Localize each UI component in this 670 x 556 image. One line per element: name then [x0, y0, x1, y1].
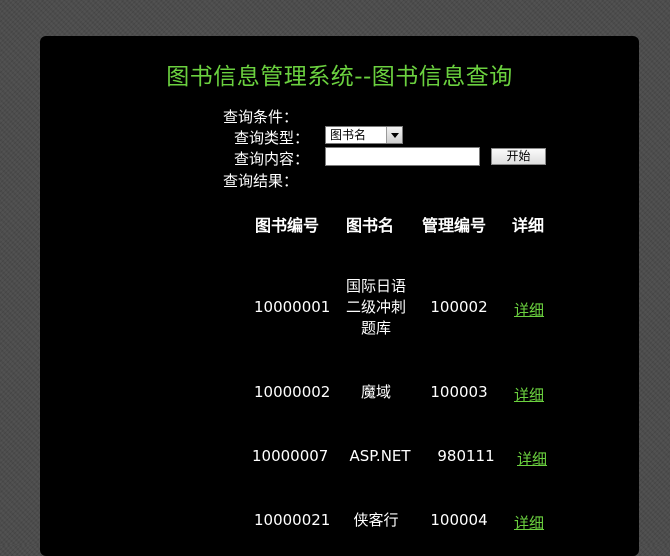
row2-book-name: 魔域 [360, 383, 391, 401]
row4-book-name: 侠客行 [353, 511, 399, 529]
query-results-label: 查询结果： [223, 172, 299, 190]
start-button[interactable]: 开始 [491, 148, 546, 165]
query-content-label: 查询内容： [234, 150, 310, 168]
page-title: 图书信息管理系统--图书信息查询 [166, 64, 513, 90]
query-content-input[interactable] [325, 147, 480, 166]
row1-book-id: 10000001 [254, 298, 331, 316]
main-panel: 图书信息管理系统--图书信息查询 查询条件： 查询类型： 图书名 查询内容： 开… [40, 36, 639, 556]
row1-book-name-line3: 题库 [360, 319, 391, 337]
header-admin-id: 管理编号 [421, 216, 486, 235]
query-conditions-label: 查询条件： [223, 108, 299, 126]
query-type-select[interactable]: 图书名 [325, 126, 403, 144]
row3-admin-id: 980111 [437, 447, 495, 465]
header-book-id: 图书编号 [254, 216, 319, 235]
row3-book-name: ASP.NET [349, 447, 411, 465]
header-detail: 详细 [511, 216, 544, 235]
query-type-selected: 图书名 [330, 128, 367, 142]
query-type-label: 查询类型： [234, 129, 310, 147]
header-book-name: 图书名 [345, 216, 394, 235]
row4-detail-link[interactable]: 详细 [514, 512, 544, 533]
row4-admin-id: 100004 [430, 511, 488, 529]
row2-detail-link[interactable]: 详细 [514, 384, 544, 405]
row2-book-id: 10000002 [254, 383, 331, 401]
row1-book-name-line1: 国际日语 [345, 277, 406, 295]
row1-admin-id: 100002 [430, 298, 488, 316]
row1-book-name: 国际日语 二级冲刺 题库 [340, 276, 412, 339]
chevron-down-icon[interactable] [386, 127, 402, 143]
row1-detail-link[interactable]: 详细 [514, 299, 544, 320]
row2-admin-id: 100003 [430, 383, 488, 401]
row3-book-id: 10000007 [252, 447, 329, 465]
row1-book-name-line2: 二级冲刺 [345, 298, 406, 316]
row3-detail-link[interactable]: 详细 [517, 448, 547, 469]
row4-book-id: 10000021 [254, 511, 331, 529]
